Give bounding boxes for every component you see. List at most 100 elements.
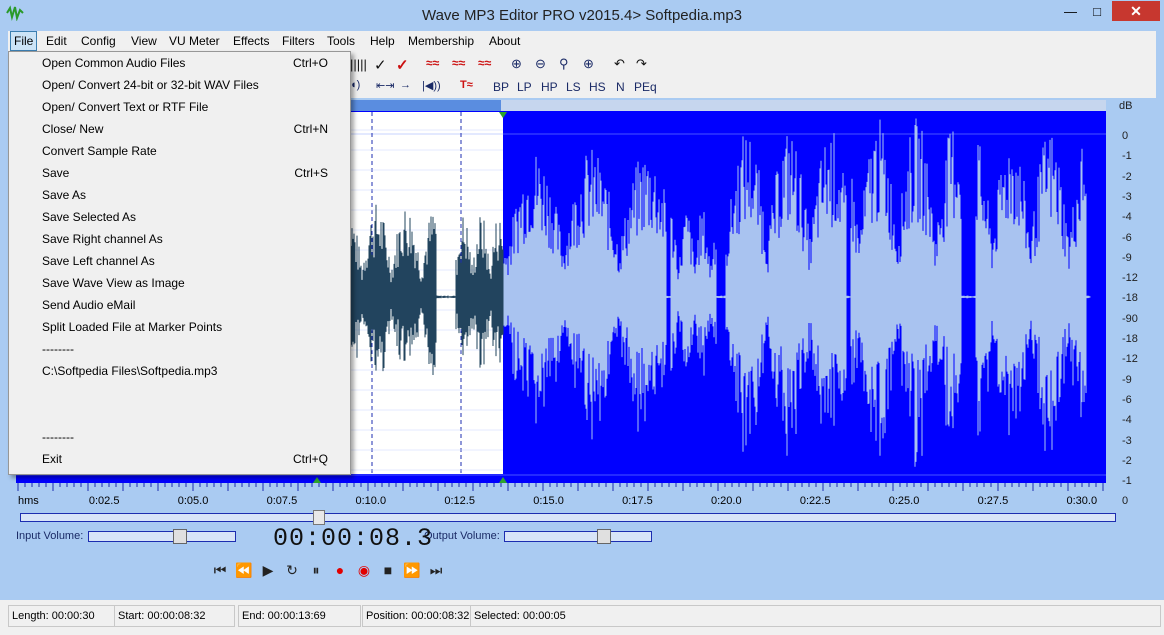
trim-icon[interactable]: ⇤⇥ bbox=[376, 79, 394, 92]
check-icon[interactable]: ✓ bbox=[374, 56, 387, 74]
filter-bp[interactable]: BP bbox=[493, 80, 509, 94]
record-append-icon[interactable]: ◉ bbox=[354, 560, 374, 580]
zoom-fit-icon[interactable]: ⊕ bbox=[583, 56, 594, 72]
timeline-label: 0:10.0 bbox=[355, 495, 387, 507]
file-menu-item-label: Convert Sample Rate bbox=[42, 144, 157, 158]
redo-icon[interactable]: ↷ bbox=[636, 56, 647, 72]
file-menu-item-save-as[interactable]: Save As bbox=[42, 185, 342, 205]
loop-icon[interactable]: ↻ bbox=[282, 560, 302, 580]
filter-ls[interactable]: LS bbox=[566, 80, 581, 94]
zoom-in-icon[interactable]: ⊕ bbox=[511, 56, 522, 72]
file-menu-item-label: -------- bbox=[42, 342, 74, 356]
window-title: Wave MP3 Editor PRO v2015.4> Softpedia.m… bbox=[421, 7, 743, 24]
db-label: -12 bbox=[1122, 353, 1138, 366]
status-start: Start: 00:00:08:32 bbox=[114, 605, 235, 627]
scroll-thumb[interactable] bbox=[313, 510, 325, 525]
file-menu-item-label: Save Right channel As bbox=[42, 232, 163, 246]
bars-icon[interactable]: ||||| bbox=[350, 57, 367, 72]
menu-config[interactable]: Config bbox=[78, 33, 119, 49]
file-menu-item-recent-file-2 bbox=[42, 383, 342, 403]
zoom-out-icon[interactable]: ⊖ bbox=[535, 56, 546, 72]
file-menu-item-recent-file-3 bbox=[42, 405, 342, 425]
file-menu-item-label: Save bbox=[42, 166, 70, 180]
menu-membership[interactable]: Membership bbox=[405, 33, 477, 49]
noise-icon[interactable]: T≈ bbox=[460, 79, 473, 91]
file-menu-item-send-audio-email[interactable]: Send Audio eMail bbox=[42, 295, 342, 315]
rewind-icon[interactable]: ⏪ bbox=[234, 560, 254, 580]
timeline-label: 0:25.0 bbox=[888, 495, 920, 507]
filter-lp[interactable]: LP bbox=[517, 80, 532, 94]
minimize-button[interactable]: — bbox=[1057, 1, 1084, 21]
menu-about[interactable]: About bbox=[486, 33, 523, 49]
input-volume-thumb[interactable] bbox=[172, 529, 187, 544]
pause-icon[interactable]: ⏸ bbox=[306, 560, 326, 580]
close-button[interactable]: ✕ bbox=[1112, 1, 1160, 21]
file-menu-item-label: Save As bbox=[42, 188, 87, 202]
wave-effect-2-icon[interactable]: ≈≈ bbox=[452, 56, 465, 70]
file-menu-item-save-wave-view-as-image[interactable]: Save Wave View as Image bbox=[42, 273, 342, 293]
file-menu-item-separator-2: -------- bbox=[42, 427, 342, 447]
undo-icon[interactable]: ↶ bbox=[614, 56, 625, 72]
file-menu-item-split-at-marker-points[interactable]: Split Loaded File at Marker Points bbox=[42, 317, 342, 337]
filter-hs[interactable]: HS bbox=[589, 80, 606, 94]
check-red-icon[interactable]: ✓ bbox=[396, 56, 409, 74]
menu-vu-meter[interactable]: VU Meter bbox=[166, 33, 223, 49]
file-menu-item-shortcut: Ctrl+S bbox=[294, 166, 328, 180]
file-menu-item-save-selected-as[interactable]: Save Selected As bbox=[42, 207, 342, 227]
volume-wave-icon[interactable]: |◀)) bbox=[422, 79, 441, 92]
filter-n[interactable]: N bbox=[616, 80, 625, 94]
wave-effect-3-icon[interactable]: ≈≈ bbox=[478, 56, 491, 70]
file-menu-item-exit[interactable]: Exit Ctrl+Q bbox=[42, 449, 342, 469]
timeline-label: 0:27.5 bbox=[977, 495, 1009, 507]
skip-to-end-icon[interactable]: ⏭ bbox=[426, 560, 446, 580]
file-menu-item-convert-sample-rate[interactable]: Convert Sample Rate bbox=[42, 141, 342, 161]
file-menu-item-save-right-channel-as[interactable]: Save Right channel As bbox=[42, 229, 342, 249]
input-volume-slider[interactable] bbox=[88, 531, 236, 542]
file-menu-item-separator-1: -------- bbox=[42, 339, 342, 359]
horizontal-scrollbar[interactable] bbox=[20, 513, 1116, 522]
maximize-button[interactable]: □ bbox=[1084, 1, 1110, 21]
shift-icon[interactable]: → bbox=[400, 79, 411, 91]
file-menu-item-open-convert-text-rtf[interactable]: Open/ Convert Text or RTF File bbox=[42, 97, 342, 117]
timeline-label: 0:17.5 bbox=[622, 495, 653, 507]
output-volume-thumb[interactable] bbox=[597, 529, 612, 544]
db-label: -1 bbox=[1122, 150, 1132, 163]
timeline-label: 0:15.0 bbox=[533, 495, 564, 507]
file-menu-item-open-common-audio-files[interactable]: Open Common Audio Files Ctrl+O bbox=[42, 53, 342, 73]
menu-edit[interactable]: Edit bbox=[43, 33, 70, 49]
timeline-label: 0:30.0 bbox=[1066, 495, 1098, 507]
skip-to-start-icon[interactable]: ⏮ bbox=[210, 560, 230, 580]
status-selected: Selected: 00:00:05 bbox=[470, 605, 1161, 627]
timeline-unit: hms bbox=[18, 495, 39, 507]
file-menu-item-close-new[interactable]: Close/ New Ctrl+N bbox=[42, 119, 342, 139]
zoom-icon[interactable]: ⚲ bbox=[559, 56, 569, 72]
fast-forward-icon[interactable]: ⏩ bbox=[402, 560, 422, 580]
file-menu-item-save-left-channel-as[interactable]: Save Left channel As bbox=[42, 251, 342, 271]
wave-effect-1-icon[interactable]: ≈≈ bbox=[426, 56, 439, 70]
timeline-label: 0:20.0 bbox=[711, 495, 742, 507]
menu-file[interactable]: File bbox=[10, 31, 38, 51]
db-label: -6 bbox=[1122, 231, 1132, 244]
menu-help[interactable]: Help bbox=[367, 33, 398, 49]
file-menu-item-label: Close/ New bbox=[42, 122, 104, 136]
db-label: -2 bbox=[1122, 454, 1132, 467]
db-label: -90 bbox=[1122, 312, 1138, 325]
output-volume-slider[interactable] bbox=[504, 531, 652, 542]
stop-icon[interactable]: ■ bbox=[378, 560, 398, 580]
file-menu-item-save[interactable]: Save Ctrl+S bbox=[42, 163, 342, 183]
record-icon[interactable]: ● bbox=[330, 560, 350, 580]
file-menu-item-recent-file-1[interactable]: C:\Softpedia Files\Softpedia.mp3 bbox=[42, 361, 342, 381]
db-label: -4 bbox=[1122, 211, 1132, 224]
play-icon[interactable]: ▶ bbox=[258, 560, 278, 580]
time-display: 00:00:08.3 bbox=[273, 524, 434, 553]
menu-tools[interactable]: Tools bbox=[324, 33, 358, 49]
menu-filters[interactable]: Filters bbox=[279, 33, 318, 49]
menu-effects[interactable]: Effects bbox=[230, 33, 272, 49]
file-menu-item-open-convert-24bit-wav[interactable]: Open/ Convert 24-bit or 32-bit WAV Files bbox=[42, 75, 342, 95]
file-menu-item-label: Save Selected As bbox=[42, 210, 137, 224]
db-label: -9 bbox=[1122, 373, 1132, 386]
filter-hp[interactable]: HP bbox=[541, 80, 558, 94]
filter-peq[interactable]: PEq bbox=[634, 80, 657, 94]
menu-view[interactable]: View bbox=[128, 33, 160, 49]
speaker-icon[interactable]: ◖) bbox=[350, 79, 360, 91]
